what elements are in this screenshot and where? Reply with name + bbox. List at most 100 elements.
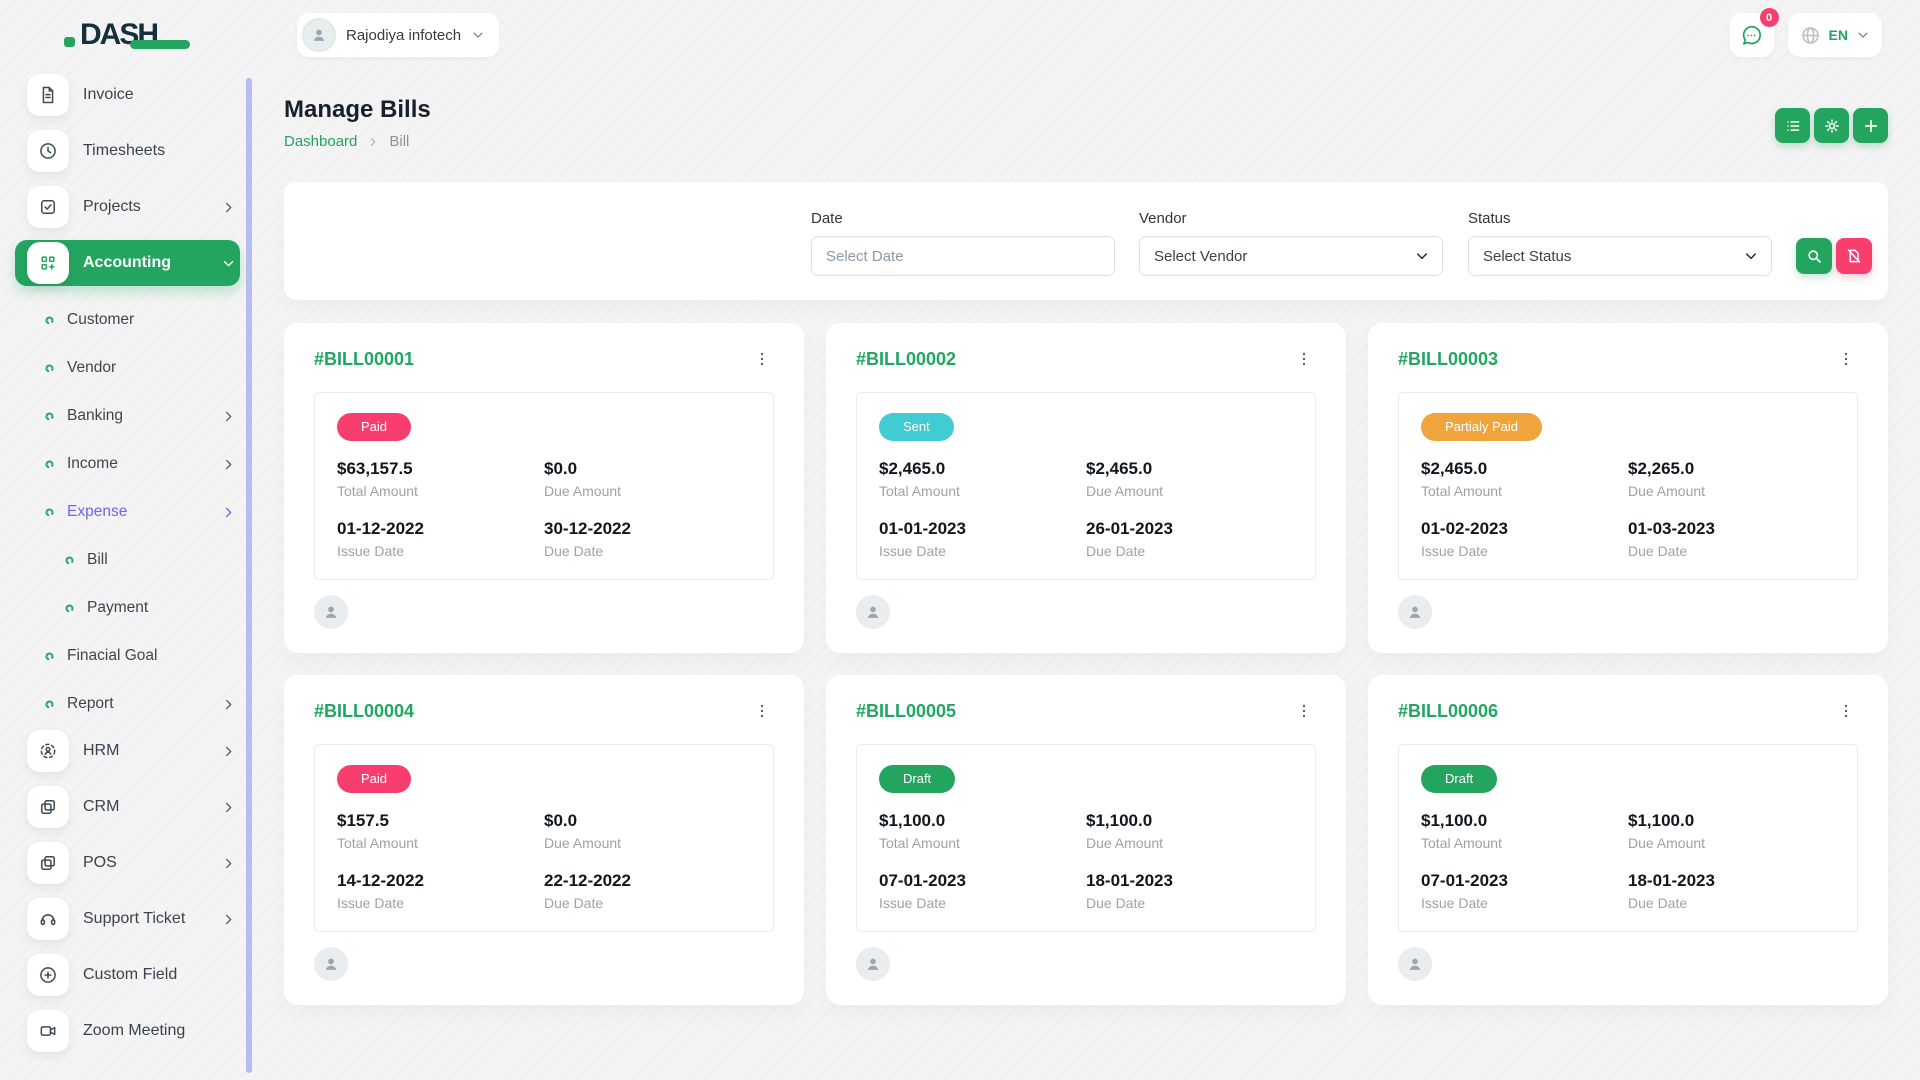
- language-code: EN: [1829, 27, 1848, 43]
- bill-card: #BILL00006 Draft $1,100.0 Total Amount $…: [1368, 675, 1888, 1005]
- bills-grid: #BILL00001 Paid $63,157.5 Total Amount $…: [284, 323, 1888, 1005]
- sidebar-item-expense[interactable]: Expense: [15, 488, 240, 536]
- total-amount-cell: $63,157.5 Total Amount: [337, 459, 544, 499]
- bill-menu-button[interactable]: [1292, 701, 1316, 721]
- vendor-avatar[interactable]: [1398, 947, 1432, 981]
- chevron-right-icon: [221, 697, 240, 712]
- sidebar-item-bill[interactable]: Bill: [15, 536, 240, 584]
- sidebar-item-label: Customer: [67, 311, 240, 329]
- messages-button[interactable]: 0: [1730, 13, 1774, 57]
- person-icon: [309, 25, 329, 45]
- chevron-right-icon: [221, 912, 240, 927]
- due-amount-cell: $1,100.0 Due Amount: [1628, 811, 1835, 851]
- sidebar-item-income[interactable]: Income: [15, 440, 240, 488]
- total-amount-cell: $157.5 Total Amount: [337, 811, 544, 851]
- sidebar-item-hrm[interactable]: HRM: [15, 728, 240, 774]
- headphones-icon: [27, 898, 69, 940]
- due-date-cell: 01-03-2023 Due Date: [1628, 519, 1835, 559]
- due-date-cell: 18-01-2023 Due Date: [1628, 871, 1835, 911]
- bill-id-link[interactable]: #BILL00005: [856, 701, 956, 722]
- breadcrumb-dashboard-link[interactable]: Dashboard: [284, 133, 357, 150]
- sidebar-item-vendor[interactable]: Vendor: [15, 344, 240, 392]
- sidebar-item-projects[interactable]: Projects: [15, 184, 240, 230]
- sidebar-item-pos[interactable]: POS: [15, 840, 240, 886]
- create-bill-button[interactable]: [1853, 108, 1888, 143]
- bill-menu-button[interactable]: [750, 701, 774, 721]
- sidebar-item-timesheets[interactable]: Timesheets: [15, 128, 240, 174]
- sidebar-item-banking[interactable]: Banking: [15, 392, 240, 440]
- search-button[interactable]: [1796, 238, 1832, 274]
- bill-menu-button[interactable]: [1292, 349, 1316, 369]
- status-filter-value: Select Status: [1483, 248, 1571, 265]
- chevron-down-icon: [221, 256, 240, 271]
- bill-values-grid: $1,100.0 Total Amount $1,100.0 Due Amoun…: [1421, 811, 1835, 911]
- sidebar-item-label: Banking: [67, 407, 221, 425]
- bill-menu-button[interactable]: [1834, 349, 1858, 369]
- status-badge: Draft: [1421, 765, 1497, 793]
- sidebar-item-custom-field[interactable]: Custom Field: [15, 952, 240, 998]
- kebab-icon: [1296, 703, 1312, 719]
- settings-button[interactable]: [1814, 108, 1849, 143]
- bullet-ring-icon: [44, 315, 55, 326]
- status-badge: Paid: [337, 765, 411, 793]
- due-date-value: 01-03-2023: [1628, 519, 1835, 539]
- sidebar-item-accounting[interactable]: Accounting: [15, 240, 240, 286]
- sidebar-item-crm[interactable]: CRM: [15, 784, 240, 830]
- vendor-avatar[interactable]: [856, 595, 890, 629]
- vendor-avatar[interactable]: [856, 947, 890, 981]
- sidebar-item-label: Accounting: [83, 254, 221, 272]
- issue-date-label: Issue Date: [337, 543, 544, 559]
- sidebar-item-customer[interactable]: Customer: [15, 296, 240, 344]
- sidebar-item-support-ticket[interactable]: Support Ticket: [15, 896, 240, 942]
- brand-dash-icon: [130, 40, 190, 49]
- sidebar-item-payment[interactable]: Payment: [15, 584, 240, 632]
- bill-card-header: #BILL00003: [1398, 349, 1858, 370]
- overlap-squares-icon: [27, 842, 69, 884]
- company-switcher[interactable]: Rajodiya infotech: [297, 13, 499, 57]
- sidebar-item-label: Expense: [67, 503, 221, 521]
- bill-menu-button[interactable]: [750, 349, 774, 369]
- chevron-right-icon: [221, 744, 240, 759]
- bill-menu-button[interactable]: [1834, 701, 1858, 721]
- chevron-right-icon: [221, 800, 240, 815]
- sidebar-item-label: Bill: [87, 551, 240, 569]
- bill-id-link[interactable]: #BILL00003: [1398, 349, 1498, 370]
- issue-date-value: 01-01-2023: [879, 519, 1086, 539]
- bill-card-header: #BILL00004: [314, 701, 774, 722]
- brand-logo[interactable]: DASH: [0, 13, 255, 57]
- bill-values-grid: $157.5 Total Amount $0.0 Due Amount 14-1…: [337, 811, 751, 911]
- total-amount-label: Total Amount: [337, 835, 544, 851]
- vendor-avatar[interactable]: [314, 595, 348, 629]
- main-content: Manage Bills Dashboard Bill Date Vendor …: [284, 70, 1888, 1005]
- vendor-avatar[interactable]: [314, 947, 348, 981]
- person-icon: [1405, 954, 1425, 974]
- bill-card-header: #BILL00005: [856, 701, 1316, 722]
- sidebar-item-report[interactable]: Report: [15, 680, 240, 728]
- bill-id-link[interactable]: #BILL00006: [1398, 701, 1498, 722]
- bill-id-link[interactable]: #BILL00001: [314, 349, 414, 370]
- sidebar-item-label: HRM: [83, 742, 221, 760]
- due-date-label: Due Date: [1628, 895, 1835, 911]
- sidebar-item-label: CRM: [83, 798, 221, 816]
- due-amount-label: Due Amount: [1628, 835, 1835, 851]
- bullet-ring-icon: [44, 699, 55, 710]
- total-amount-label: Total Amount: [879, 483, 1086, 499]
- language-selector[interactable]: EN: [1788, 13, 1882, 57]
- bill-id-link[interactable]: #BILL00004: [314, 701, 414, 722]
- date-filter-input[interactable]: [811, 236, 1115, 276]
- issue-date-cell: 01-12-2022 Issue Date: [337, 519, 544, 559]
- due-amount-cell: $2,265.0 Due Amount: [1628, 459, 1835, 499]
- sidebar-item-zoom-meeting[interactable]: Zoom Meeting: [15, 1008, 240, 1054]
- sidebar-item-invoice[interactable]: Invoice: [15, 72, 240, 118]
- invoice-icon: [27, 74, 69, 116]
- status-filter-select[interactable]: Select Status: [1468, 236, 1772, 276]
- sidebar-scrollbar[interactable]: [246, 78, 252, 1073]
- reset-filter-button[interactable]: [1836, 238, 1872, 274]
- vendor-filter-select[interactable]: Select Vendor: [1139, 236, 1443, 276]
- vendor-avatar[interactable]: [1398, 595, 1432, 629]
- bill-details-box: Paid $157.5 Total Amount $0.0 Due Amount…: [314, 744, 774, 932]
- grid-plus-icon: [27, 242, 69, 284]
- list-view-button[interactable]: [1775, 108, 1810, 143]
- bill-id-link[interactable]: #BILL00002: [856, 349, 956, 370]
- sidebar-item-finacial-goal[interactable]: Finacial Goal: [15, 632, 240, 680]
